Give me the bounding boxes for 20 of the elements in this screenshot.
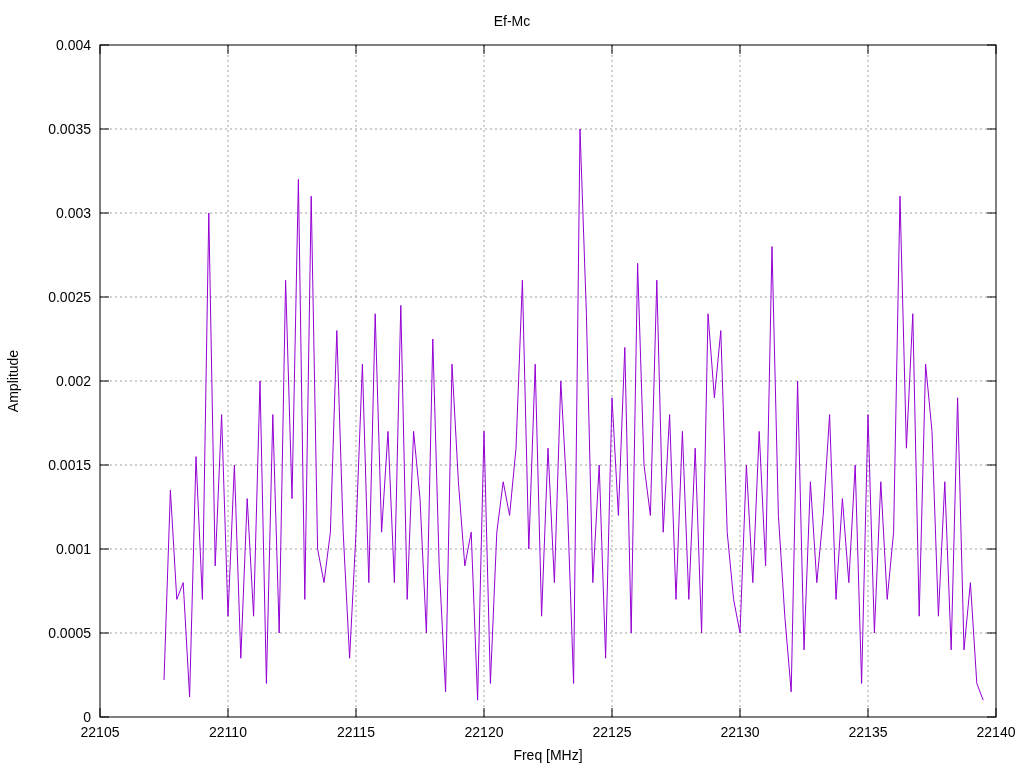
x-axis-label: Freq [MHz] — [513, 747, 583, 763]
x-tick-label: 22115 — [337, 724, 375, 740]
x-tick-label: 22110 — [209, 724, 247, 740]
y-tick-label: 0 — [83, 709, 91, 725]
y-tick-label: 0.003 — [55, 205, 91, 221]
y-tick-label: 0.0025 — [48, 289, 91, 305]
x-tick-label: 22120 — [464, 724, 504, 740]
x-tick-label: 22135 — [848, 724, 888, 740]
y-tick-label: 0.001 — [55, 541, 91, 557]
x-tick-label: 22140 — [976, 724, 1016, 740]
y-tick-label: 0.0005 — [48, 625, 91, 641]
chart-title: Ef-Mc — [493, 13, 531, 29]
x-tick-label: 22130 — [720, 724, 760, 740]
y-tick-label: 0.004 — [55, 37, 91, 53]
x-tick-label: 22105 — [80, 724, 120, 740]
y-tick-label: 0.0015 — [48, 457, 91, 473]
x-tick-label: 22125 — [592, 724, 632, 740]
y-tick-label: 0.0035 — [48, 121, 91, 137]
y-axis-label: Amplitude — [5, 349, 21, 413]
y-tick-label: 0.002 — [55, 373, 91, 389]
